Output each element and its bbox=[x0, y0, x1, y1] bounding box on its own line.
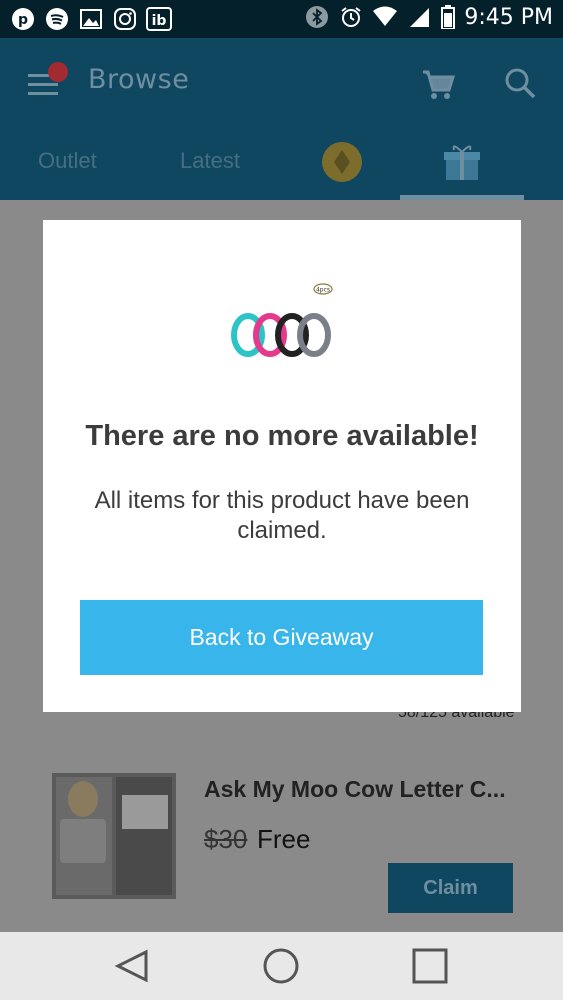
notification-dot bbox=[48, 62, 68, 82]
product-image[interactable] bbox=[52, 773, 176, 899]
product-rings-image: 4pcs bbox=[229, 280, 339, 370]
claim-button[interactable]: Claim bbox=[388, 863, 513, 913]
recent-apps-icon[interactable] bbox=[410, 946, 450, 986]
page-title: Browse bbox=[88, 64, 190, 95]
sale-price: Free bbox=[257, 824, 311, 854]
battery-icon bbox=[440, 4, 456, 30]
clock: 9:45 PM bbox=[464, 4, 553, 30]
menu-icon-line bbox=[28, 92, 58, 95]
spotify-icon bbox=[44, 6, 70, 32]
dialog-message: All items for this product have been cla… bbox=[94, 487, 470, 544]
ibotta-icon: ib bbox=[146, 6, 172, 32]
tab-gift-icon[interactable] bbox=[440, 140, 484, 184]
instagram-icon bbox=[112, 6, 138, 32]
notification-icons: p ib bbox=[10, 6, 172, 32]
status-bar: p ib 9:45 PM bbox=[0, 0, 563, 38]
child-head bbox=[68, 781, 98, 817]
shirt-graphic bbox=[122, 795, 168, 829]
ring-count-badge: 4pcs bbox=[316, 287, 330, 294]
alarm-icon bbox=[338, 4, 364, 30]
bluetooth-icon bbox=[304, 4, 330, 30]
product-name[interactable]: Ask My Moo Cow Letter C... bbox=[204, 776, 506, 803]
svg-text:ib: ib bbox=[152, 13, 167, 29]
back-to-giveaway-button[interactable]: Back to Giveaway bbox=[80, 600, 483, 675]
app-bar: Browse Outlet Latest bbox=[0, 38, 563, 200]
tab-coin-icon[interactable] bbox=[322, 142, 362, 182]
pinterest-icon: p bbox=[10, 6, 36, 32]
navigation-bar bbox=[0, 932, 563, 1000]
system-icons: 9:45 PM bbox=[304, 4, 553, 30]
back-icon[interactable] bbox=[112, 946, 152, 986]
wifi-icon bbox=[372, 4, 398, 30]
original-price: $30 bbox=[204, 824, 248, 854]
shirt-graphic bbox=[60, 819, 106, 863]
dialog-title: There are no more available! bbox=[85, 420, 479, 452]
cart-icon[interactable] bbox=[420, 66, 456, 102]
menu-button[interactable] bbox=[28, 62, 68, 100]
tab-outlet[interactable]: Outlet bbox=[38, 148, 97, 174]
active-tab-indicator bbox=[400, 195, 524, 200]
tab-latest[interactable]: Latest bbox=[180, 148, 240, 174]
sold-out-dialog: 4pcs There are no more available! All it… bbox=[43, 220, 521, 712]
search-icon[interactable] bbox=[503, 66, 537, 100]
menu-icon-line bbox=[28, 83, 58, 86]
home-icon[interactable] bbox=[261, 946, 301, 986]
tab-bar: Outlet Latest bbox=[0, 128, 563, 200]
signal-icon bbox=[406, 4, 432, 30]
svg-text:p: p bbox=[18, 12, 28, 28]
gallery-icon bbox=[78, 6, 104, 32]
